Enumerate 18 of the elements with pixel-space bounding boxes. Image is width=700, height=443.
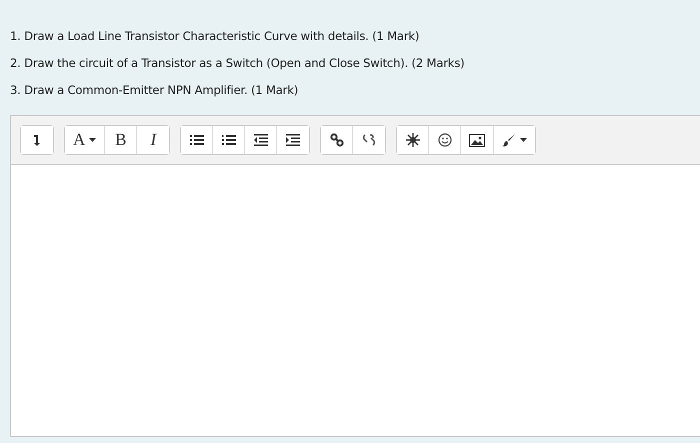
- down-arrow-icon: [33, 134, 41, 146]
- font-style-button[interactable]: A: [65, 126, 106, 154]
- outdent-icon: [254, 134, 268, 146]
- numbered-list-icon: [222, 134, 236, 146]
- bullet-list-icon: [190, 134, 204, 146]
- link-button[interactable]: [321, 126, 354, 154]
- image-icon: [469, 134, 486, 146]
- link-icon: [330, 133, 344, 147]
- paint-brush-icon: [502, 133, 516, 147]
- special-character-button[interactable]: [397, 126, 430, 154]
- special-character-icon: [406, 133, 420, 147]
- question-text: 2. Draw the circuit of a Transistor as a Switch (Open and Close Switch). (2 Marks): [10, 55, 466, 72]
- indent-icon: [286, 134, 300, 146]
- bullet-list-button[interactable]: [181, 126, 214, 154]
- unlink-icon: [362, 133, 376, 147]
- question-text: 1. Draw a Load Line Transistor Characteristic Curve with details. (1 Mark): [10, 28, 420, 45]
- question-text: 3. Draw a Common-Emitter NPN Amplifier. (1 Mark): [10, 82, 300, 99]
- smiley-icon: [438, 133, 452, 147]
